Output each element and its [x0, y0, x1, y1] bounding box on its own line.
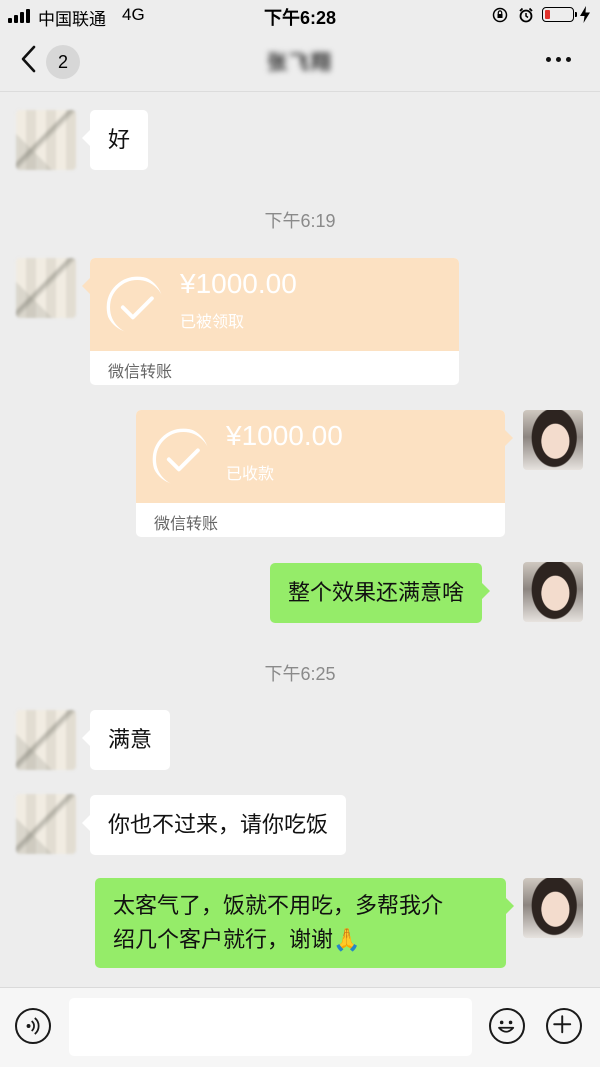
charging-icon [580, 6, 590, 23]
message-bubble-sent[interactable]: 太客气了，饭就不用吃，多帮我介 绍几个客户就行，谢谢🙏 [95, 878, 514, 968]
voice-icon[interactable] [15, 1008, 51, 1044]
message-text: 好 [108, 127, 131, 152]
transfer-status: 已被领取 [180, 314, 245, 331]
status-bar: 中国联通 4G 下午6:28 [0, 0, 600, 30]
message-text-line: 绍几个客户就行，谢谢🙏 [113, 927, 361, 952]
timestamp: 下午6:25 [264, 664, 336, 684]
transfer-label: 微信转账 [108, 364, 173, 381]
check-circle-icon [106, 276, 163, 333]
contact-avatar[interactable] [16, 710, 76, 770]
alarm-icon [519, 7, 533, 23]
more-dots-icon[interactable] [546, 57, 571, 62]
message-input[interactable] [69, 998, 472, 1056]
chevron-left-icon[interactable] [18, 44, 40, 74]
my-avatar[interactable] [523, 878, 583, 938]
message-bubble-received[interactable]: 满意 [81, 710, 171, 770]
my-avatar[interactable] [523, 562, 583, 622]
transfer-amount: ¥1000.00 [226, 420, 343, 451]
transfer-card-sent[interactable]: ¥1000.00 已收款 微信转账 [136, 410, 505, 537]
transfer-card-received[interactable]: ¥1000.00 已被领取 微信转账 [90, 258, 459, 385]
unread-count-badge[interactable]: 2 [46, 45, 80, 79]
check-circle-icon [152, 428, 209, 485]
transfer-status: 已收款 [226, 466, 275, 483]
contact-avatar[interactable] [16, 110, 76, 170]
battery-icon [542, 7, 577, 22]
input-bar [0, 987, 600, 1067]
rotation-lock-icon [492, 7, 508, 23]
message-text: 满意 [108, 727, 153, 752]
transfer-label: 微信转账 [154, 516, 219, 533]
chat-header: 2 张飞翔 [0, 30, 600, 92]
plus-icon[interactable] [546, 1008, 582, 1044]
contact-avatar[interactable] [16, 794, 76, 854]
message-text: 整个效果还满意啥 [288, 580, 465, 605]
message-bubble-received[interactable]: 你也不过来，请你吃饭 [81, 795, 347, 855]
message-text-line: 太客气了，饭就不用吃，多帮我介 [113, 893, 444, 918]
message-bubble-received[interactable]: 好 [81, 110, 149, 170]
emoji-icon[interactable] [489, 1008, 525, 1044]
message-text: 你也不过来，请你吃饭 [108, 812, 329, 837]
contact-avatar[interactable] [16, 258, 76, 318]
contact-name: 张飞翔 [267, 52, 333, 74]
status-time: 下午6:28 [263, 8, 337, 28]
message-bubble-sent[interactable]: 整个效果还满意啥 [270, 563, 491, 623]
transfer-amount: ¥1000.00 [180, 268, 297, 299]
timestamp: 下午6:19 [264, 211, 336, 231]
my-avatar[interactable] [523, 410, 583, 470]
